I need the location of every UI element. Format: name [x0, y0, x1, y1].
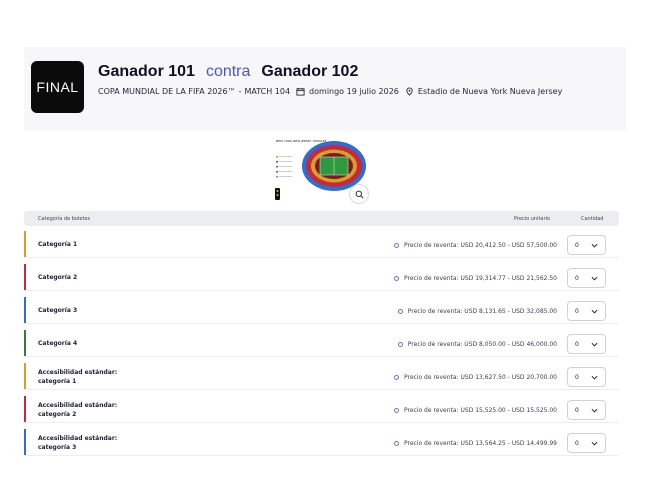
ticket-row: Accesibilidad estándar: categoría 3 Precio… — [24, 429, 619, 456]
match-title: Ganador 101 contra Ganador 102 — [98, 63, 358, 81]
match-number: MATCH 104 — [244, 87, 291, 96]
resale-price-text: Precio de reventa: USD 20,412.50 - USD 5… — [403, 242, 557, 249]
category-name: Categoría 3 — [38, 306, 77, 315]
chevron-down-icon — [591, 243, 598, 248]
category-name-line1: Categoría 1 — [38, 241, 78, 248]
quantity-select[interactable]: 0 — [567, 334, 606, 354]
resale-price-text: Precio de reventa: USD 8,050.00 - USD 46… — [407, 341, 557, 348]
info-dot-icon — [393, 243, 399, 248]
column-quantity: Cantidad — [581, 216, 604, 222]
quantity-select[interactable]: 0 — [567, 301, 606, 321]
table-header: Categoría de boletos Precio unitario Can… — [24, 211, 619, 226]
category-name: Accesibilidad estándar: categoría 2 — [38, 401, 117, 419]
resale-price: Precio de reventa: USD 20,412.50 - USD 5… — [393, 242, 557, 249]
match-details: COPA MUNDIAL DE LA FIFA 2026™ - MATCH 10… — [98, 87, 562, 96]
resale-price-text: Precio de reventa: USD 13,627.50 - USD 2… — [403, 374, 557, 381]
resale-price: Precio de reventa: USD 8,131.65 - USD 32… — [397, 308, 557, 315]
resale-price: Precio de reventa: USD 15,525.00 - USD 1… — [393, 407, 557, 414]
category-name-line2: categoría 1 — [38, 378, 77, 385]
ticket-row: Categoría 3 Precio de reventa: USD 8,131.… — [24, 297, 619, 324]
chevron-down-icon — [591, 342, 598, 347]
category-name-line2: categoría 3 — [38, 444, 77, 451]
chevron-down-icon — [591, 309, 598, 314]
chevron-down-icon — [591, 375, 598, 380]
resale-price: Precio de reventa: USD 13,564.25 - USD 1… — [393, 440, 557, 447]
info-dot-icon — [393, 441, 399, 446]
category-color-bar — [24, 297, 26, 323]
category-color-bar — [24, 363, 26, 389]
competition-name: COPA MUNDIAL DE LA FIFA 2026™ — [98, 87, 236, 96]
quantity-value: 0 — [575, 407, 579, 414]
column-unit-price: Precio unitario — [514, 216, 550, 222]
chevron-down-icon — [591, 408, 598, 413]
category-name: Categoría 1 — [38, 240, 77, 249]
quantity-value: 0 — [575, 242, 579, 249]
category-name: Categoría 4 — [38, 339, 77, 348]
quantity-select[interactable]: 0 — [567, 268, 606, 288]
resale-price: Precio de reventa: USD 8,050.00 - USD 46… — [397, 341, 557, 348]
resale-price: Precio de reventa: USD 19,314.77 - USD 2… — [393, 275, 557, 282]
ticket-row: Categoría 4 Precio de reventa: USD 8,050.… — [24, 330, 619, 357]
category-name-line1: Categoría 3 — [38, 307, 78, 314]
info-dot-icon — [393, 408, 399, 413]
map-legend — [276, 156, 292, 178]
column-category: Categoría de boletos — [38, 216, 91, 222]
resale-price: Precio de reventa: USD 13,627.50 - USD 2… — [393, 374, 557, 381]
category-name: Categoría 2 — [38, 273, 77, 282]
magnifier-icon — [355, 190, 363, 198]
zoom-button[interactable] — [349, 184, 369, 204]
match-date: domingo 19 julio 2026 — [309, 87, 399, 96]
resale-price-text: Precio de reventa: USD 19,314.77 - USD 2… — [403, 275, 557, 282]
category-name: Accesibilidad estándar: categoría 3 — [38, 434, 117, 452]
category-name-line1: Accesibilidad estándar: — [38, 435, 118, 442]
ticket-row: Accesibilidad estándar: categoría 1 Precio… — [24, 363, 619, 390]
category-name-line1: Accesibilidad estándar: — [38, 402, 118, 409]
category-name-line1: Categoría 2 — [38, 274, 78, 281]
category-name-line1: Accesibilidad estándar: — [38, 369, 118, 376]
quantity-value: 0 — [575, 275, 579, 282]
chevron-down-icon — [591, 276, 598, 281]
quantity-select[interactable]: 0 — [567, 433, 606, 453]
ticket-row: Categoría 2 Precio de reventa: USD 19,314… — [24, 264, 619, 291]
quantity-value: 0 — [575, 308, 579, 315]
category-color-bar — [24, 330, 26, 356]
final-badge: FINAL — [31, 61, 84, 113]
category-color-bar — [24, 429, 26, 455]
team-a: Ganador 101 — [98, 63, 195, 80]
ticket-row: Accesibilidad estándar: categoría 2 Precio… — [24, 396, 619, 423]
location-pin-icon — [406, 87, 413, 96]
vs-label: contra — [205, 63, 251, 80]
accessibility-icon — [275, 188, 280, 200]
info-dot-icon — [397, 342, 403, 347]
stadium-label: NEW YORK NEW JERSEY STADIUM — [276, 139, 327, 143]
team-b: Ganador 102 — [261, 63, 359, 80]
resale-price-text: Precio de reventa: USD 13,564.25 - USD 1… — [403, 440, 557, 447]
resale-price-text: Precio de reventa: USD 8,131.65 - USD 32… — [407, 308, 557, 315]
info-dot-icon — [397, 309, 403, 314]
quantity-value: 0 — [575, 440, 579, 447]
resale-price-text: Precio de reventa: USD 15,525.00 - USD 1… — [403, 407, 557, 414]
quantity-select[interactable]: 0 — [567, 400, 606, 420]
ticket-row: Categoría 1 Precio de reventa: USD 20,412… — [24, 231, 619, 258]
category-name-line2: categoría 2 — [38, 411, 77, 418]
quantity-value: 0 — [575, 374, 579, 381]
calendar-icon — [296, 87, 305, 96]
category-color-bar — [24, 231, 26, 257]
chevron-down-icon — [591, 441, 598, 446]
category-name: Accesibilidad estándar: categoría 1 — [38, 368, 117, 386]
quantity-select[interactable]: 0 — [567, 235, 606, 255]
quantity-select[interactable]: 0 — [567, 367, 606, 387]
info-dot-icon — [393, 375, 399, 380]
match-header: FINAL Ganador 101 contra Ganador 102 COPA … — [24, 47, 626, 131]
quantity-value: 0 — [575, 341, 579, 348]
separator: - — [238, 87, 242, 96]
category-name-line1: Categoría 4 — [38, 340, 78, 347]
info-dot-icon — [393, 276, 399, 281]
category-color-bar — [24, 264, 26, 290]
category-color-bar — [24, 396, 26, 422]
venue-name: Estadio de Nueva York Nueva Jersey — [417, 87, 563, 96]
